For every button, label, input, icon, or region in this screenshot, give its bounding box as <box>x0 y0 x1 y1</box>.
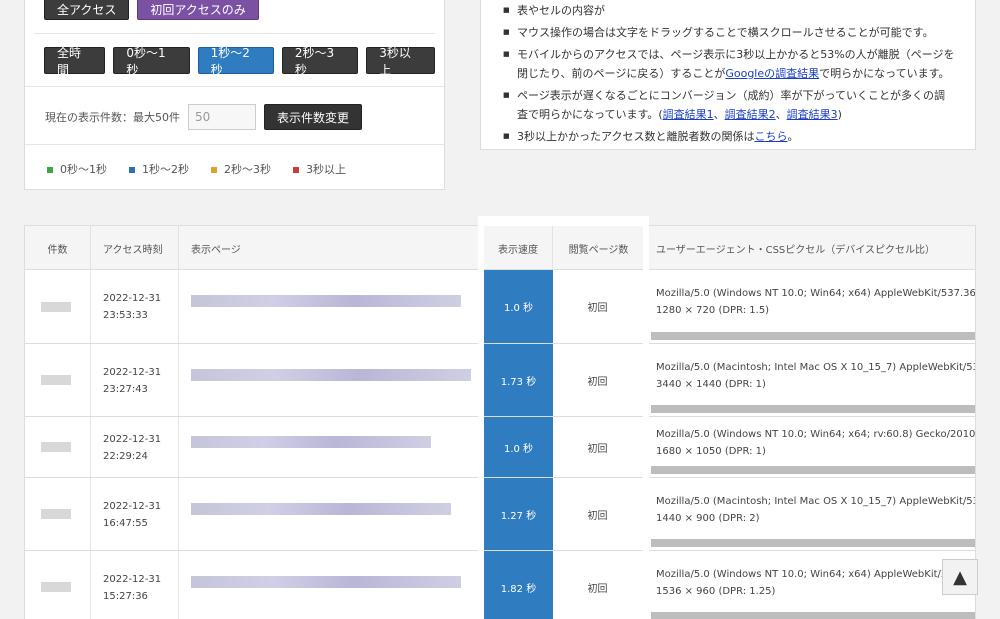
horizontal-scrollbar[interactable] <box>651 466 975 474</box>
header-speed: 表示速度 <box>484 226 553 270</box>
views-cell: 初回 <box>587 583 608 595</box>
access-time: 2022-12-31 22:29:24 <box>103 433 162 462</box>
speed-cell: 1.0 秒 <box>484 417 553 477</box>
research-link-3[interactable]: 調査結果3 <box>787 108 838 121</box>
speed-filter-row: 全時間 0秒〜1秒 1秒〜2秒 2秒〜3秒 3秒以上 <box>44 46 436 77</box>
note-item: マウス操作の場合は文字をドラッグすることで横スクロールさせることが可能です。 <box>503 23 955 42</box>
header-user-agent: ユーザーエージェント・CSSピクセル（デバイスピクセル比） <box>656 244 935 256</box>
access-filter-row: 全アクセス 初回アクセスのみ <box>44 0 259 20</box>
first-access-only-button[interactable]: 初回アクセスのみ <box>137 0 259 20</box>
horizontal-scrollbar[interactable] <box>651 539 975 547</box>
note-item: 表やセルの内容が <box>503 1 955 20</box>
horizontal-scrollbar[interactable] <box>651 612 975 619</box>
note-item: ページ表示が遅くなるごとにコンバージョン（成約）率が下がっていくことが多くの調査… <box>503 86 955 124</box>
legend-item: 0秒〜1秒 <box>47 161 107 177</box>
user-agent: Mozilla/5.0 (Windows NT 10.0; Win64; x64… <box>656 288 976 316</box>
speed-highlight: 表示速度 閲覧ページ数 1.0 秒初回 1.73 秒初回 1.0 秒初回 1.27 秒… <box>478 216 649 619</box>
views-cell: 初回 <box>587 376 608 388</box>
views-cell: 初回 <box>587 303 608 314</box>
speed-cell: 1.0 秒 <box>484 270 553 343</box>
speed-3-plus-button[interactable]: 3秒以上 <box>366 46 436 77</box>
user-agent: Mozilla/5.0 (Windows NT 10.0; Win64; x64… <box>656 428 976 457</box>
speed-0-1-button[interactable]: 0秒〜1秒 <box>113 46 190 77</box>
arrow-up-icon: ▲ <box>953 566 967 588</box>
divider <box>25 86 444 87</box>
filter-highlight: 全アクセス 初回アクセスのみ 全時間 0秒〜1秒 1秒〜2秒 2秒〜3秒 3秒以… <box>34 0 436 83</box>
speed-2-3-button[interactable]: 2秒〜3秒 <box>281 46 359 77</box>
all-time-button[interactable]: 全時間 <box>44 46 106 77</box>
speed-cell: 1.73 秒 <box>484 344 553 416</box>
legend-swatch <box>211 167 217 173</box>
redacted-page <box>191 368 471 381</box>
scroll-to-top-button[interactable]: ▲ <box>942 559 978 595</box>
relation-link[interactable]: こちら <box>754 130 787 143</box>
access-time: 2022-12-31 23:53:33 <box>103 293 162 321</box>
change-count-button[interactable]: 表示件数変更 <box>264 104 363 130</box>
legend-swatch <box>293 167 299 173</box>
access-time: 2022-12-31 16:47:55 <box>103 500 162 529</box>
legend-swatch <box>129 167 135 173</box>
redacted-page <box>191 435 431 448</box>
divider <box>34 33 435 34</box>
horizontal-scrollbar[interactable] <box>651 332 975 340</box>
legend-item: 1秒〜2秒 <box>129 161 189 177</box>
header-time: アクセス時刻 <box>91 226 179 270</box>
access-time: 2022-12-31 15:27:36 <box>103 573 162 602</box>
note-item: 3秒以上かかったアクセス数と離脱者数の関係はこちら。 <box>503 127 955 146</box>
divider <box>25 144 444 145</box>
research-link-2[interactable]: 調査結果2 <box>725 108 776 121</box>
speed-1-2-button[interactable]: 1秒〜2秒 <box>197 46 274 77</box>
redacted-page <box>191 295 461 307</box>
display-count-row: 現在の表示件数：最大50件 50 表示件数変更 <box>45 104 363 130</box>
notes-list: 表やセルの内容が マウス操作の場合は文字をドラッグすることで横スクロールさせるこ… <box>503 1 955 146</box>
views-cell: 初回 <box>587 510 608 522</box>
note-item: モバイルからのアクセスでは、ページ表示に3秒以上かかると53%の人が離脱（ページ… <box>503 45 955 83</box>
header-page: 表示ページ <box>179 226 479 270</box>
all-access-button[interactable]: 全アクセス <box>44 0 130 20</box>
views-cell: 初回 <box>587 443 608 455</box>
access-time: 2022-12-31 23:27:43 <box>103 366 162 395</box>
google-research-link[interactable]: Googleの調査結果 <box>725 67 819 80</box>
speed-cell: 1.82 秒 <box>484 551 553 619</box>
legend-item: 2秒〜3秒 <box>211 161 271 177</box>
user-agent: Mozilla/5.0 (Macintosh; Intel Mac OS X 1… <box>656 361 976 390</box>
redacted-page <box>191 575 461 588</box>
user-agent: Mozilla/5.0 (Windows NT 10.0; Win64; x64… <box>656 568 964 597</box>
speed-legend: 0秒〜1秒 1秒〜2秒 2秒〜3秒 3秒以上 <box>47 161 346 177</box>
horizontal-scrollbar[interactable] <box>651 405 975 413</box>
research-link-1[interactable]: 調査結果1 <box>663 108 714 121</box>
user-agent: Mozilla/5.0 (Macintosh; Intel Mac OS X 1… <box>656 495 976 524</box>
header-count: 件数 <box>25 226 91 270</box>
display-count-label: 現在の表示件数：最大50件 <box>45 111 180 124</box>
speed-cell: 1.27 秒 <box>484 478 553 550</box>
highlight-header: 表示速度 閲覧ページ数 <box>484 226 643 270</box>
notes-panel: 表やセルの内容が マウス操作の場合は文字をドラッグすることで横スクロールさせるこ… <box>480 0 976 150</box>
display-count-input[interactable]: 50 <box>188 104 256 130</box>
redacted-page <box>191 502 451 515</box>
legend-item: 3秒以上 <box>293 161 346 177</box>
header-views: 閲覧ページ数 <box>568 244 629 256</box>
legend-swatch <box>47 167 53 173</box>
